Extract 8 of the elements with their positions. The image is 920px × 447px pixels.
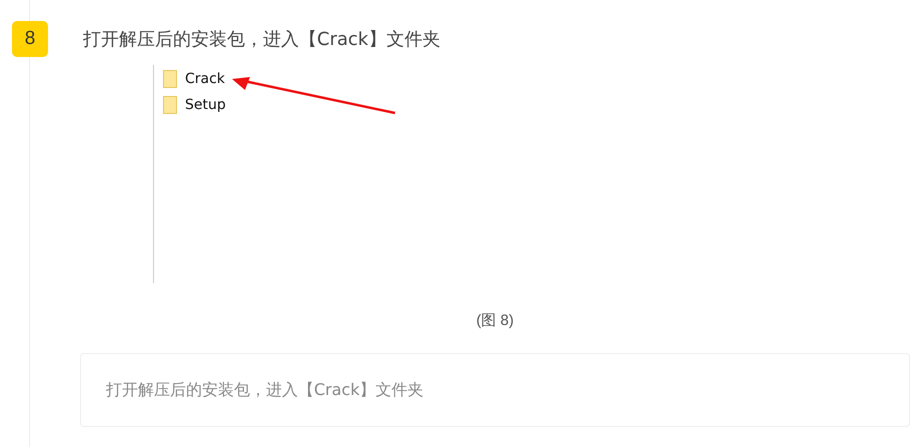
figure-caption: (图 8) (475, 311, 515, 330)
step-number-badge: 8 (12, 21, 48, 57)
note-card: 打开解压后的安装包，进入【Crack】文件夹 (80, 353, 910, 427)
folder-name: Setup (185, 97, 226, 113)
folder-name: Crack (185, 71, 225, 87)
folder-icon (163, 70, 177, 88)
folder-icon (163, 96, 177, 114)
step-title: 打开解压后的安装包，进入【Crack】文件夹 (83, 28, 440, 51)
